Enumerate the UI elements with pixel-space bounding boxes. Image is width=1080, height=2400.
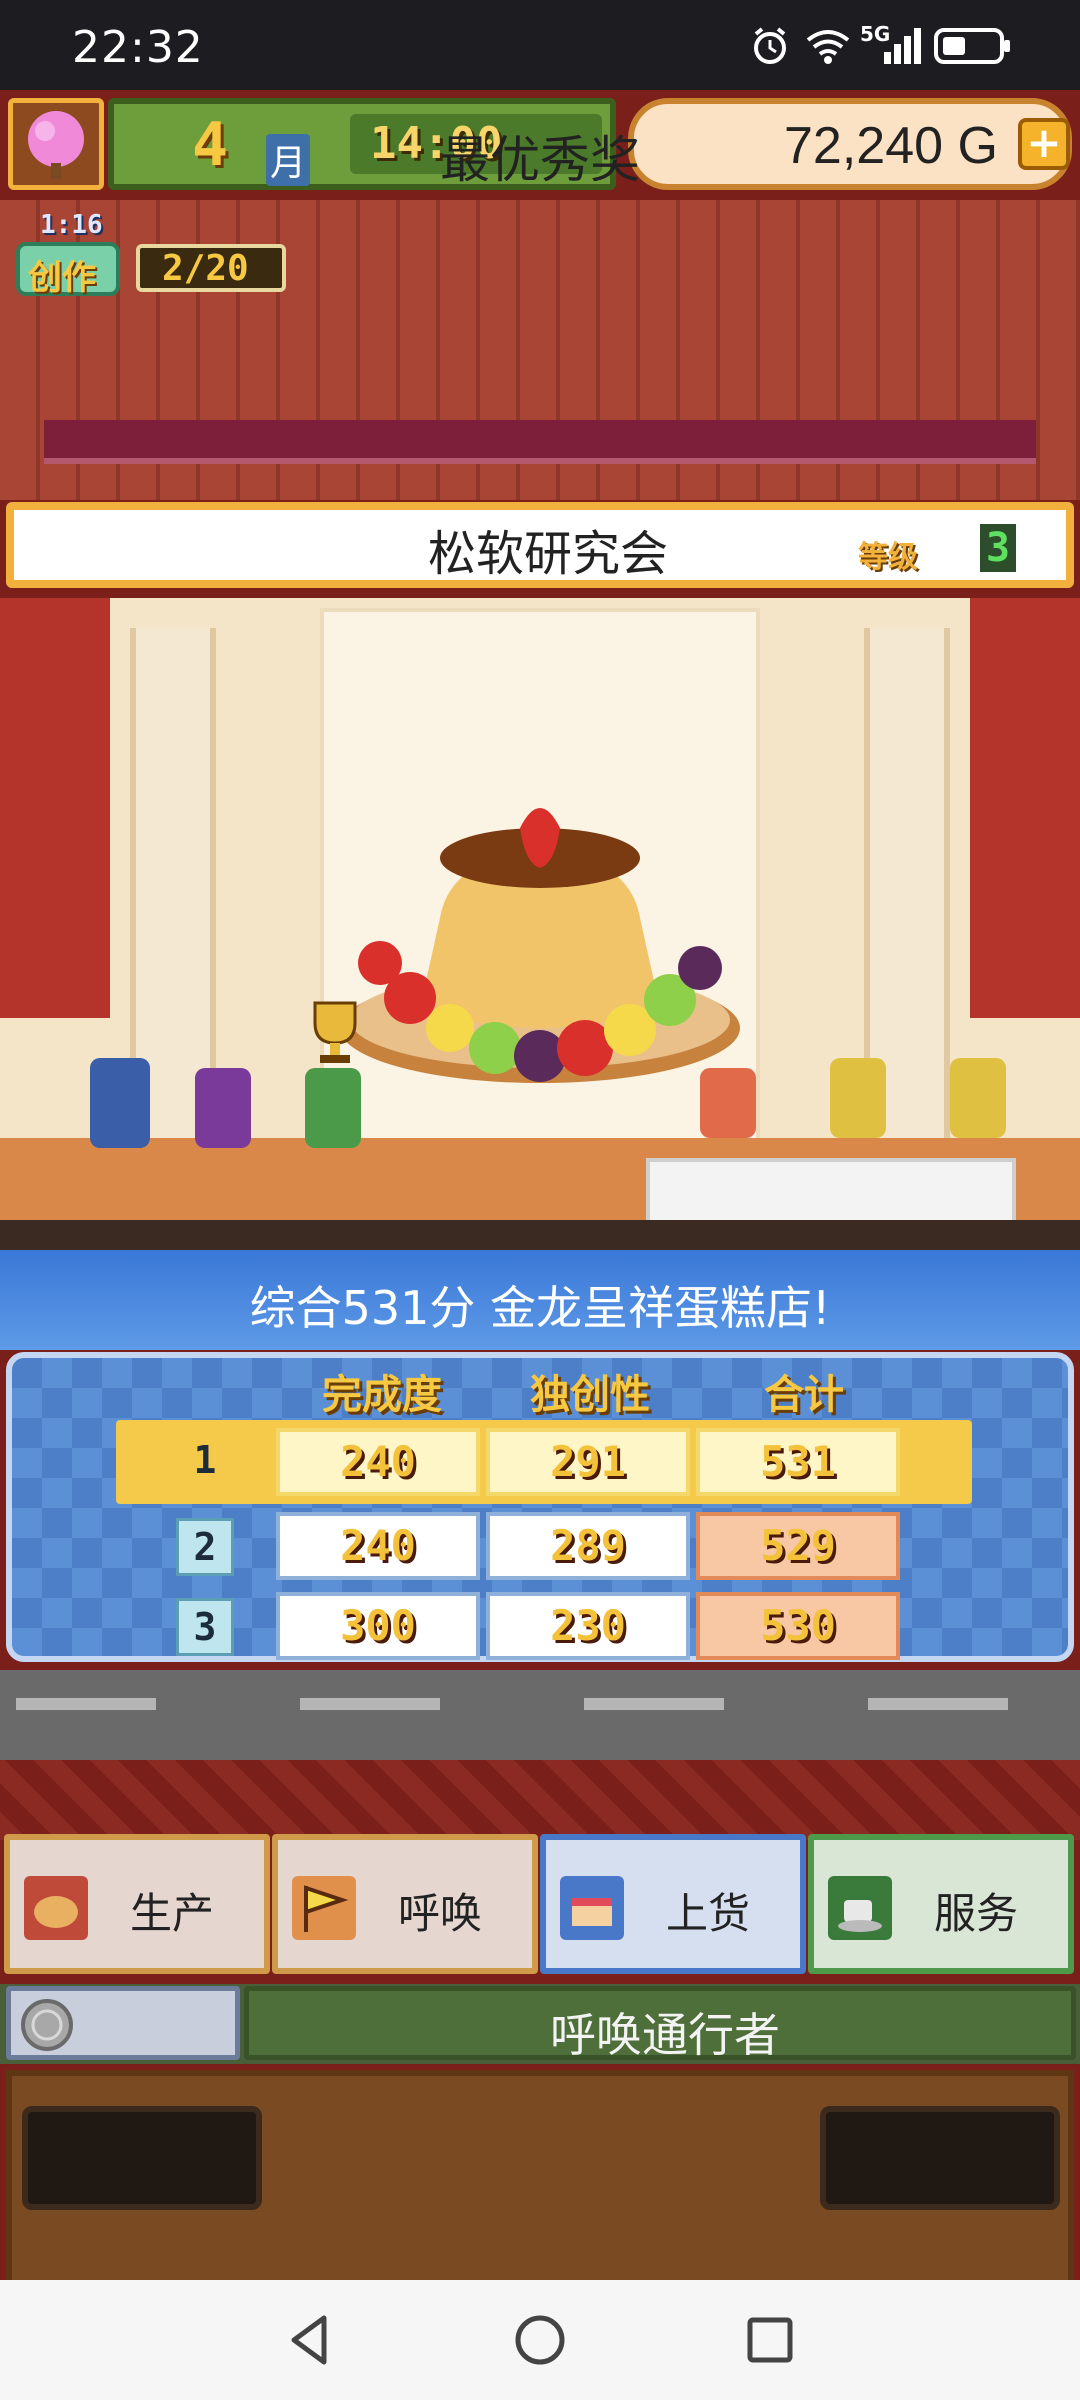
service-button[interactable]: 服务: [808, 1834, 1074, 1974]
create-count-box: 2/20: [136, 244, 286, 292]
stage-valance: [44, 420, 1036, 464]
contest-name: 松软研究会: [427, 526, 668, 582]
call-button[interactable]: 呼唤: [272, 1834, 538, 1974]
call-timer-box: [6, 1986, 240, 2060]
audience-row: [0, 1220, 1080, 1250]
rank-cell: 3: [176, 1598, 234, 1656]
call-label: 呼唤: [398, 1889, 483, 1938]
call-passerby-button[interactable]: 呼唤通行者: [244, 1986, 1076, 2062]
table-row: 3 300 230 530: [116, 1588, 972, 1668]
shelf-slot[interactable]: [820, 2106, 1060, 2210]
left-curtain: [0, 598, 110, 1018]
judge-character: [830, 1058, 886, 1138]
create-count: 2/20: [162, 248, 249, 289]
rank-cell: 1: [176, 1434, 234, 1492]
level-value: 3: [980, 524, 1016, 572]
street: [0, 1670, 1080, 1760]
lane-marking: [300, 1698, 440, 1710]
home-icon[interactable]: [510, 2310, 570, 2370]
lane-marking: [16, 1698, 156, 1710]
alarm-icon: [754, 27, 786, 64]
pudding-cake-image: [340, 808, 740, 1083]
shelf-slot[interactable]: [22, 2106, 262, 2210]
produce-button[interactable]: 生产: [4, 1834, 270, 1974]
stock-label: 上货: [666, 1889, 751, 1938]
total-cell: 530: [696, 1592, 900, 1660]
status-bar: 22:32 5G: [0, 0, 1080, 90]
judge-character: [700, 1068, 756, 1138]
completion-cell: 240: [276, 1428, 480, 1496]
level-label: 等级: [858, 540, 918, 575]
back-icon[interactable]: [280, 2310, 340, 2370]
wifi-icon: [806, 30, 850, 64]
staff-character: [195, 1068, 251, 1148]
judge-character: [950, 1058, 1006, 1138]
status-time: 22:32: [72, 22, 204, 73]
brick-wall: [0, 1760, 1080, 1840]
judge-table: [646, 1158, 1016, 1228]
navigation-bar: [0, 2280, 1080, 2400]
create-badge[interactable]: 1:16 创作 2/20: [0, 206, 300, 302]
call-passerby-label: 呼唤通行者: [550, 2008, 780, 2062]
game-screen[interactable]: 4 月 14:00 72,240 G + 1:16 创作 2/20 松软研究会 …: [0, 90, 1080, 2280]
total-cell: 531: [696, 1428, 900, 1496]
cake-icon: [560, 1876, 624, 1940]
completion-cell: 240: [276, 1512, 480, 1580]
originality-cell: 291: [486, 1428, 690, 1496]
lane-marking: [584, 1698, 724, 1710]
battery-icon: [934, 28, 1010, 64]
award-title: 最优秀奖: [440, 131, 640, 189]
lane-marking: [868, 1698, 1008, 1710]
coffee-icon: [828, 1876, 892, 1940]
table-row: 1 240 291 531: [116, 1420, 972, 1504]
table-row: 2 240 289 529: [116, 1508, 972, 1588]
header-completion: 完成度: [322, 1372, 442, 1418]
service-label: 服务: [934, 1889, 1019, 1938]
completion-cell: 300: [276, 1592, 480, 1660]
score-summary-bar: 综合531分 金龙呈祥蛋糕店!: [0, 1250, 1080, 1350]
create-button[interactable]: 创作: [16, 242, 120, 298]
flag-icon: [292, 1876, 356, 1940]
rank-cell: 2: [176, 1518, 234, 1576]
staff-character: [305, 1068, 361, 1148]
contest-banner: 松软研究会 等级 3: [6, 502, 1074, 588]
chef-character: [90, 1058, 150, 1148]
shop-floor: [6, 2070, 1074, 2280]
originality-cell: 230: [486, 1592, 690, 1660]
total-cell: 529: [696, 1512, 900, 1580]
create-timer: 1:16: [40, 210, 103, 240]
stock-button[interactable]: 上货: [540, 1834, 806, 1974]
trophy-icon: [313, 1001, 357, 1063]
bread-icon: [24, 1876, 88, 1940]
signal-5g-icon: [884, 28, 921, 64]
call-passerby-bar: 呼唤通行者: [0, 1984, 1080, 2064]
header-total: 合计: [764, 1372, 844, 1418]
produce-label: 生产: [130, 1889, 215, 1938]
right-curtain: [970, 598, 1080, 1018]
coin-icon: [21, 1999, 73, 2051]
recents-icon[interactable]: [740, 2310, 800, 2370]
header-originality: 独创性: [530, 1372, 650, 1418]
score-summary: 综合531分 金龙呈祥蛋糕店!: [249, 1281, 831, 1335]
originality-cell: 289: [486, 1512, 690, 1580]
score-table: 完成度 独创性 合计 1 240 291 531 2 240 289 529 3…: [6, 1352, 1074, 1662]
create-label: 创作: [28, 258, 96, 298]
award-hall: [0, 598, 1080, 1238]
